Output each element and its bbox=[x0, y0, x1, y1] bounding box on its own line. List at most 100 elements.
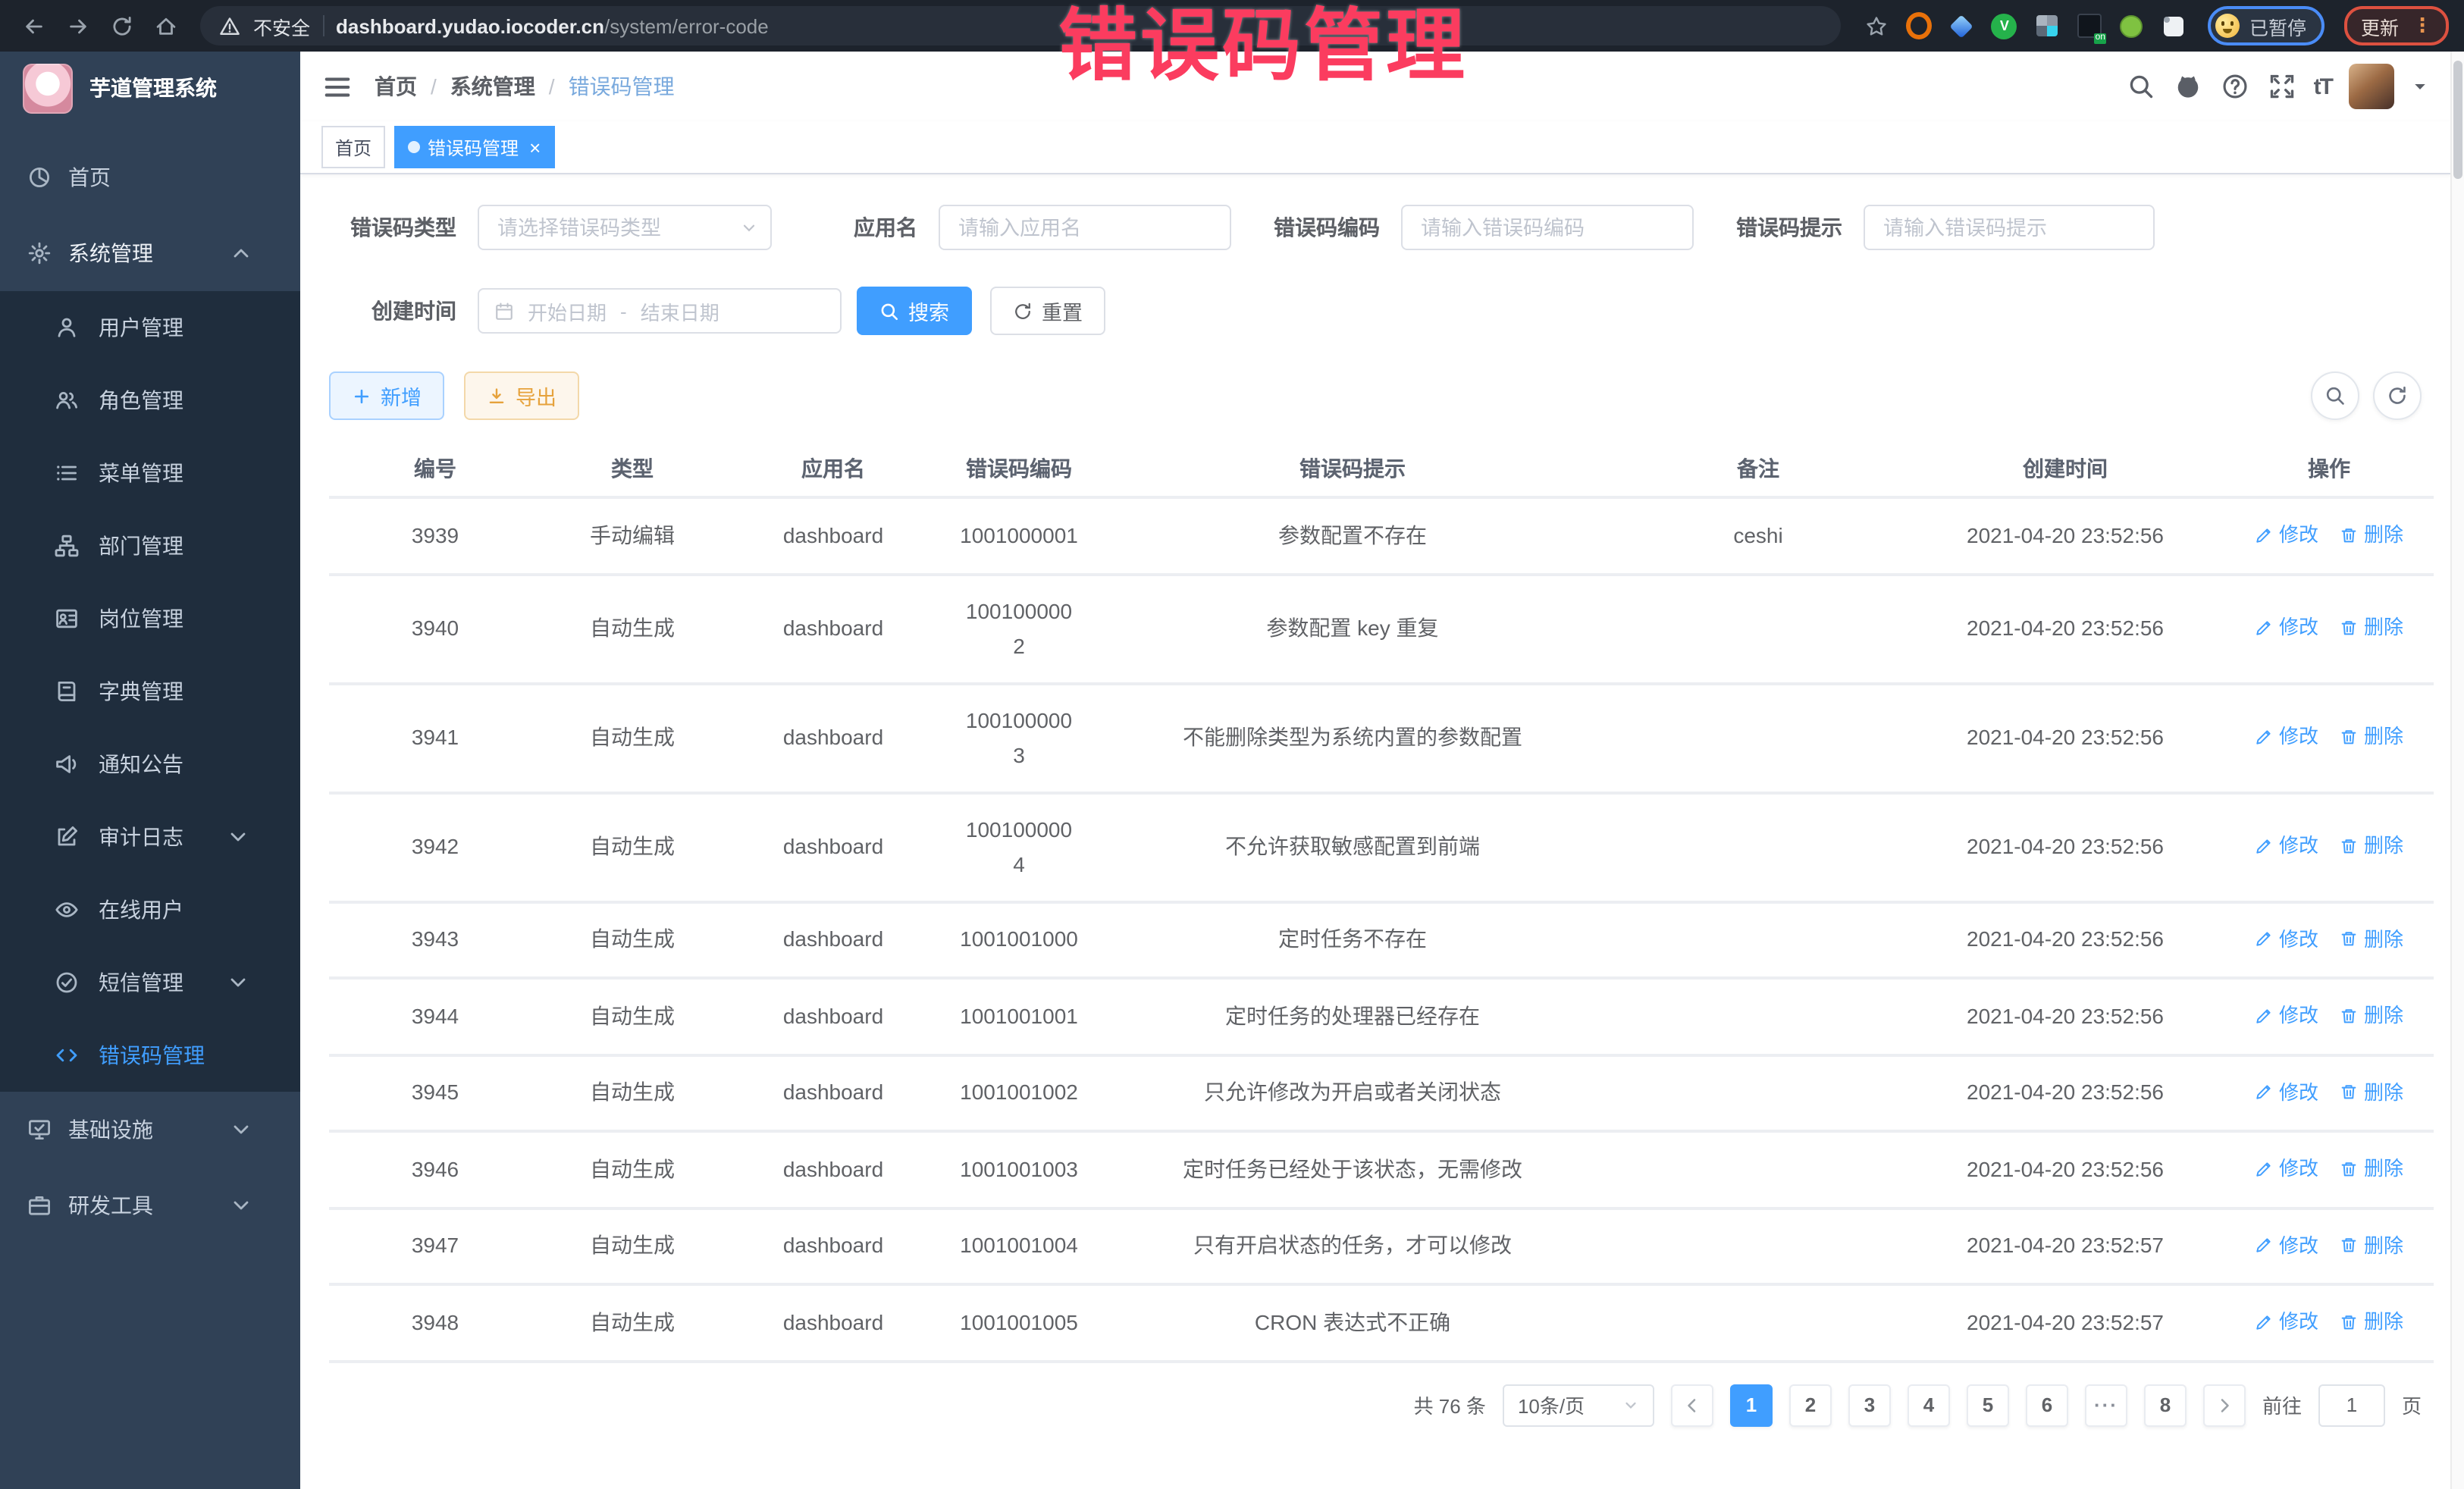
edit-link[interactable]: 修改 bbox=[2255, 1227, 2318, 1262]
delete-link[interactable]: 删除 bbox=[2340, 610, 2403, 645]
sidebar-item-home[interactable]: 首页 bbox=[0, 139, 300, 215]
page-size-select[interactable]: 10条/页 bbox=[1503, 1384, 1654, 1426]
search-button[interactable]: 搜索 bbox=[857, 287, 972, 335]
cell-hint: 定时任务已经处于该状态，无需修改 bbox=[1095, 1131, 1610, 1208]
sidebar-item-audit-log[interactable]: 审计日志 bbox=[0, 801, 300, 873]
error-hint-input[interactable] bbox=[1864, 205, 2155, 250]
reset-button[interactable]: 重置 bbox=[990, 287, 1105, 335]
sidebar-item-dict[interactable]: 字典管理 bbox=[0, 655, 300, 728]
breadcrumb-home[interactable]: 首页 bbox=[375, 71, 417, 102]
edit-link[interactable]: 修改 bbox=[2255, 517, 2318, 552]
delete-link[interactable]: 删除 bbox=[2340, 998, 2403, 1033]
app-name-input[interactable] bbox=[939, 205, 1231, 250]
add-button[interactable]: 新增 bbox=[329, 371, 444, 420]
sidebar-item-dept[interactable]: 部门管理 bbox=[0, 509, 300, 582]
date-range-picker[interactable]: 开始日期 - 结束日期 bbox=[478, 288, 842, 334]
page-button-5[interactable]: 5 bbox=[1967, 1384, 2009, 1426]
delete-link[interactable]: 删除 bbox=[2340, 1227, 2403, 1262]
url-text[interactable]: dashboard.yudao.iocoder.cn/system/error-… bbox=[336, 14, 769, 37]
delete-link[interactable]: 删除 bbox=[2340, 921, 2403, 956]
github-icon[interactable] bbox=[2173, 71, 2203, 102]
help-icon[interactable] bbox=[2220, 71, 2250, 102]
sidebar-item-online-users[interactable]: 在线用户 bbox=[0, 873, 300, 946]
browser-menu-icon[interactable]: ⋮ bbox=[2412, 18, 2432, 33]
avatar-caret-down-icon[interactable] bbox=[2411, 77, 2429, 96]
update-label: 更新 bbox=[2361, 11, 2399, 40]
code-icon bbox=[55, 1043, 79, 1067]
page-button-8[interactable]: 8 bbox=[2144, 1384, 2187, 1426]
home-icon[interactable] bbox=[147, 8, 183, 44]
next-page-button[interactable] bbox=[2203, 1384, 2246, 1426]
breadcrumb-current: 错误码管理 bbox=[569, 71, 675, 102]
delete-link[interactable]: 删除 bbox=[2340, 1151, 2403, 1186]
error-code-input[interactable] bbox=[1401, 205, 1694, 250]
page-ellipsis[interactable]: ··· bbox=[2085, 1384, 2127, 1426]
edit-link[interactable]: 修改 bbox=[2255, 1304, 2318, 1339]
extension-switch-on-icon[interactable] bbox=[2077, 13, 2102, 39]
page-button-3[interactable]: 3 bbox=[1848, 1384, 1891, 1426]
security-label[interactable]: 不安全 bbox=[253, 11, 310, 40]
edit-link[interactable]: 修改 bbox=[2255, 1151, 2318, 1186]
delete-link[interactable]: 删除 bbox=[2340, 1074, 2403, 1109]
sidebar-item-dev-tools[interactable]: 研发工具 bbox=[0, 1168, 300, 1243]
forward-icon[interactable] bbox=[59, 8, 96, 44]
sidebar-item-menu[interactable]: 菜单管理 bbox=[0, 437, 300, 509]
edit-link[interactable]: 修改 bbox=[2255, 1074, 2318, 1109]
edit-link[interactable]: 修改 bbox=[2255, 921, 2318, 956]
sidebar-item-error-code[interactable]: 错误码管理 bbox=[0, 1019, 300, 1092]
reload-icon[interactable] bbox=[103, 8, 140, 44]
sidebar-item-post[interactable]: 岗位管理 bbox=[0, 582, 300, 655]
start-date-placeholder[interactable]: 开始日期 bbox=[528, 296, 607, 325]
browser-profile-chip[interactable]: 已暂停 bbox=[2209, 6, 2324, 45]
edit-link[interactable]: 修改 bbox=[2255, 829, 2318, 864]
end-date-placeholder[interactable]: 结束日期 bbox=[641, 296, 719, 325]
extension-blue-gem-icon[interactable] bbox=[1949, 13, 1975, 39]
page-button-6[interactable]: 6 bbox=[2026, 1384, 2068, 1426]
font-size-icon[interactable]: tT bbox=[2314, 71, 2332, 102]
sidebar-item-sms[interactable]: 短信管理 bbox=[0, 946, 300, 1019]
toggle-search-button[interactable] bbox=[2311, 371, 2359, 420]
delete-link[interactable]: 删除 bbox=[2340, 517, 2403, 552]
prev-page-button[interactable] bbox=[1671, 1384, 1713, 1426]
close-tab-icon[interactable]: × bbox=[529, 137, 541, 157]
export-button[interactable]: 导出 bbox=[464, 371, 579, 420]
error-type-select[interactable] bbox=[478, 205, 772, 250]
sidebar-item-system[interactable]: 系统管理 bbox=[0, 215, 300, 291]
fullscreen-icon[interactable] bbox=[2267, 71, 2297, 102]
hamburger-icon[interactable] bbox=[323, 72, 352, 101]
header-search-icon[interactable] bbox=[2126, 71, 2156, 102]
extension-orange-ring-icon[interactable] bbox=[1907, 13, 1933, 39]
extension-key-icon[interactable] bbox=[2119, 13, 2145, 39]
not-secure-warning-icon[interactable] bbox=[218, 14, 241, 37]
sidebar-item-user[interactable]: 用户管理 bbox=[0, 291, 300, 364]
address-bar[interactable]: 不安全 dashboard.yudao.iocoder.cn/system/er… bbox=[200, 6, 1842, 45]
back-icon[interactable] bbox=[15, 8, 52, 44]
browser-update-button[interactable]: 更新 ⋮ bbox=[2344, 6, 2449, 45]
extension-grid-icon[interactable] bbox=[2034, 13, 2060, 39]
goto-page-input[interactable] bbox=[2318, 1384, 2385, 1426]
edit-link[interactable]: 修改 bbox=[2255, 610, 2318, 645]
sidebar-item-notice[interactable]: 通知公告 bbox=[0, 728, 300, 801]
tab-home[interactable]: 首页 bbox=[321, 126, 385, 168]
user-avatar[interactable] bbox=[2349, 64, 2394, 109]
edit-link[interactable]: 修改 bbox=[2255, 719, 2318, 754]
page-button-2[interactable]: 2 bbox=[1789, 1384, 1832, 1426]
delete-link[interactable]: 删除 bbox=[2340, 1304, 2403, 1339]
breadcrumb-system[interactable]: 系统管理 bbox=[450, 71, 535, 102]
delete-link[interactable]: 删除 bbox=[2340, 719, 2403, 754]
scrollbar-thumb[interactable] bbox=[2453, 61, 2462, 179]
edit-link[interactable]: 修改 bbox=[2255, 998, 2318, 1033]
page-button-1[interactable]: 1 bbox=[1730, 1384, 1773, 1426]
sidebar-item-infrastructure[interactable]: 基础设施 bbox=[0, 1092, 300, 1168]
extension-green-v-icon[interactable]: V bbox=[1992, 13, 2017, 39]
page-button-4[interactable]: 4 bbox=[1908, 1384, 1950, 1426]
extension-puzzle-icon[interactable] bbox=[2161, 13, 2187, 39]
delete-link[interactable]: 删除 bbox=[2340, 829, 2403, 864]
refresh-table-button[interactable] bbox=[2373, 371, 2422, 420]
error-type-select-input[interactable] bbox=[478, 205, 772, 250]
sidebar-item-role[interactable]: 角色管理 bbox=[0, 364, 300, 437]
page-scrollbar[interactable] bbox=[2450, 52, 2464, 1489]
bookmark-star-icon[interactable] bbox=[1858, 8, 1895, 44]
tab-error-code[interactable]: 错误码管理 × bbox=[394, 126, 554, 168]
cell-ops: 修改删除 bbox=[2224, 1131, 2434, 1208]
